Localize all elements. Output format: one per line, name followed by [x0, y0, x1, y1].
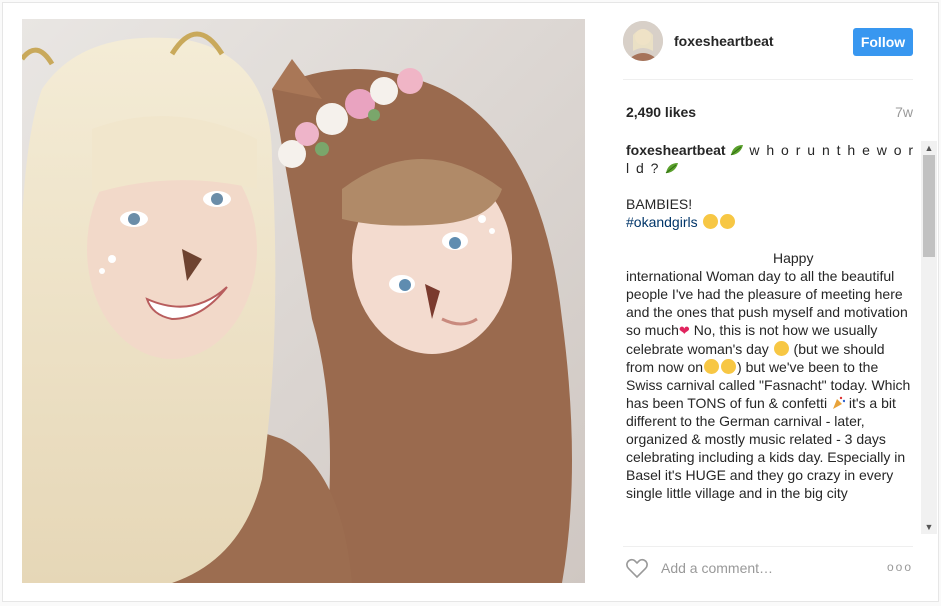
post-header: foxesheartbeat Follow: [623, 18, 913, 68]
heart-icon[interactable]: [625, 557, 649, 579]
post-age[interactable]: 7w: [895, 104, 913, 120]
more-options-icon[interactable]: ooo: [887, 560, 913, 574]
sunglasses-emoji-icon: [704, 359, 720, 374]
divider: [623, 79, 913, 80]
caption-username[interactable]: foxesheartbeat: [626, 142, 726, 158]
follow-button[interactable]: Follow: [853, 28, 913, 56]
scroll-up-icon[interactable]: ▲: [921, 141, 937, 155]
caption-happy: Happy: [773, 250, 814, 266]
avatar-image: [623, 21, 663, 61]
joy-emoji-icon: [721, 359, 737, 374]
scroll-down-icon[interactable]: ▼: [921, 520, 937, 534]
divider: [623, 546, 913, 547]
hashtag-link[interactable]: #okandgirls: [626, 214, 698, 230]
eye-roll-emoji-icon: [702, 214, 718, 229]
smirk-emoji-icon: [719, 214, 735, 229]
username[interactable]: foxesheartbeat: [674, 33, 774, 49]
caption-bambies: BAMBIES!: [626, 196, 693, 212]
post-photo[interactable]: [22, 19, 585, 583]
scroll-thumb[interactable]: [923, 155, 935, 257]
sweat-smile-emoji-icon: [773, 341, 789, 356]
leaf-icon: [665, 163, 678, 174]
leaf-icon: [731, 145, 744, 156]
heart-emoji-icon: ❤: [678, 323, 690, 338]
comment-row: ooo: [623, 556, 915, 582]
comment-input[interactable]: [661, 558, 861, 578]
photo-illustration: [22, 19, 585, 583]
avatar[interactable]: [623, 21, 663, 61]
caption-scrollbar[interactable]: ▲ ▼: [921, 141, 937, 534]
caption[interactable]: foxesheartbeat w h o r u n t h e w o r l…: [626, 141, 915, 534]
party-popper-icon: [832, 396, 845, 409]
likes-count[interactable]: 2,490 likes: [626, 104, 696, 120]
